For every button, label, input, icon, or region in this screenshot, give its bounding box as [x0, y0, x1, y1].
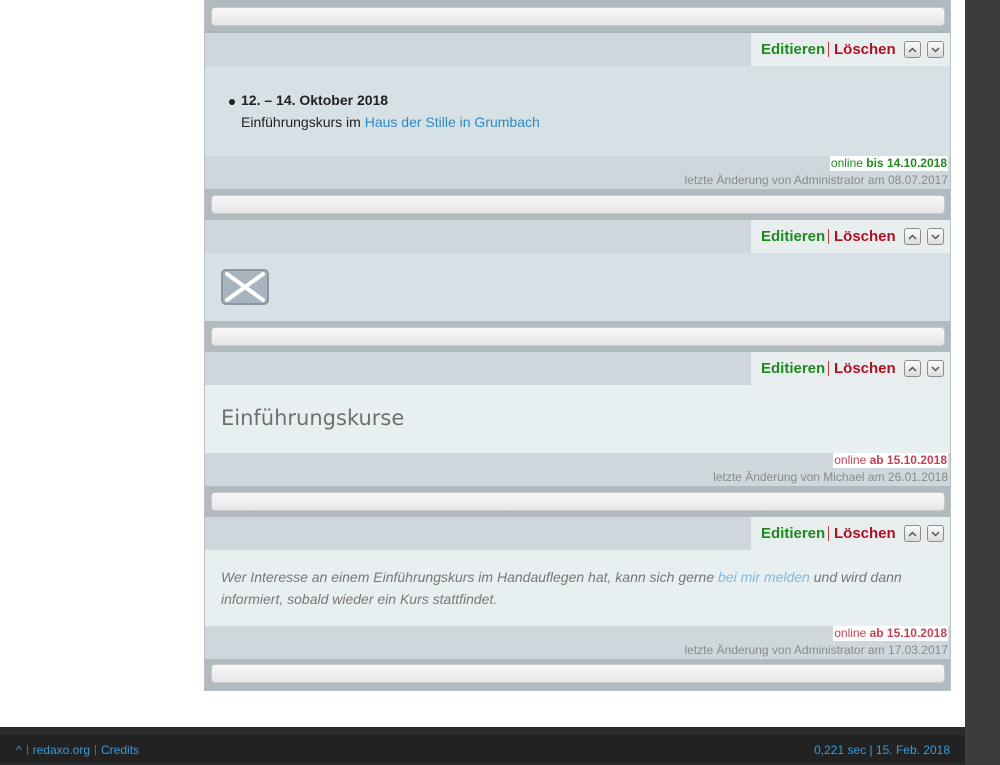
- last-change: letzte Änderung von Administrator am 17.…: [684, 643, 949, 657]
- info-text-start: Wer Interesse an einem Einführungskurs i…: [221, 569, 719, 585]
- slice-content-text: Wer Interesse an einem Einführungskurs i…: [205, 550, 950, 626]
- online-status-label: online: [834, 626, 867, 640]
- slice-toolbar: Editieren Löschen: [205, 352, 950, 385]
- online-status: online ab 15.10.2018: [833, 626, 948, 641]
- slice-meta: online ab 15.10.2018 letzte Änderung von…: [205, 453, 950, 486]
- chevron-up-icon: [908, 233, 917, 240]
- chevron-up-icon: [908, 46, 917, 53]
- bullet-icon: [229, 99, 235, 105]
- move-down-button[interactable]: [927, 360, 944, 377]
- slice-toolbar: Editieren Löschen: [205, 517, 950, 550]
- slice-content-image: [205, 253, 950, 321]
- slice-actions: Editieren Löschen: [751, 33, 950, 66]
- event-description: Einführungskurs im Haus der Stille in Gr…: [241, 114, 540, 130]
- slice-toolbar: Editieren Löschen: [205, 33, 950, 66]
- slice-content-heading: Einführungskurse: [205, 385, 950, 453]
- contact-link[interactable]: bei mir melden: [718, 569, 810, 585]
- slice-meta: online ab 15.10.2018 letzte Änderung von…: [205, 626, 950, 659]
- online-status-label: online: [834, 453, 867, 467]
- venue-link[interactable]: Haus der Stille in Grumbach: [365, 114, 540, 130]
- delete-link[interactable]: Löschen: [834, 41, 896, 58]
- action-separator: [828, 42, 829, 57]
- move-up-button[interactable]: [904, 525, 921, 542]
- add-slice-frame: [205, 659, 950, 690]
- slice-actions: Editieren Löschen: [751, 517, 950, 550]
- event-description-text: Einführungskurs im: [241, 114, 365, 130]
- action-separator: [828, 361, 829, 376]
- slice-content-event: 12. – 14. Oktober 2018 Einführungskurs i…: [205, 66, 950, 156]
- online-status-label: online: [830, 156, 863, 170]
- add-slice-frame: [205, 189, 950, 220]
- online-status: online bis 14.10.2018: [829, 156, 948, 171]
- add-slice-bar[interactable]: [211, 327, 945, 346]
- edit-link[interactable]: Editieren: [761, 228, 825, 245]
- slice-toolbar: Editieren Löschen: [205, 220, 950, 253]
- edit-link[interactable]: Editieren: [761, 41, 825, 58]
- move-up-button[interactable]: [904, 41, 921, 58]
- edit-link[interactable]: Editieren: [761, 525, 825, 542]
- action-separator: [828, 229, 829, 244]
- move-down-button[interactable]: [927, 41, 944, 58]
- chevron-down-icon: [931, 530, 940, 537]
- move-down-button[interactable]: [927, 525, 944, 542]
- online-status-date: ab 15.10.2018: [869, 626, 947, 640]
- scroll-top-link[interactable]: ^: [16, 743, 22, 757]
- edit-link[interactable]: Editieren: [761, 360, 825, 377]
- online-status-date: bis 14.10.2018: [866, 156, 947, 170]
- move-down-button[interactable]: [927, 228, 944, 245]
- slice-actions: Editieren Löschen: [751, 352, 950, 385]
- delete-link[interactable]: Löschen: [834, 360, 896, 377]
- section-heading: Einführungskurse: [221, 406, 405, 430]
- chevron-down-icon: [931, 233, 940, 240]
- add-slice-frame: [205, 486, 950, 517]
- footer: ^ redaxo.org Credits 0,221 sec | 15. Feb. …: [0, 727, 965, 765]
- credits-link[interactable]: Credits: [101, 743, 139, 757]
- info-paragraph: Wer Interesse an einem Einführungskurs i…: [221, 566, 941, 610]
- delete-link[interactable]: Löschen: [834, 228, 896, 245]
- chevron-down-icon: [931, 46, 940, 53]
- footer-separator: [95, 745, 97, 755]
- right-sidebar-strip: [965, 0, 1000, 765]
- footer-stats: 0,221 sec | 15. Feb. 2018: [814, 743, 950, 757]
- add-slice-bar[interactable]: [211, 7, 945, 26]
- slice-list: Editieren Löschen 12. – 14. Oktober 2018…: [204, 0, 951, 691]
- move-up-button[interactable]: [904, 228, 921, 245]
- slice-actions: Editieren Löschen: [751, 220, 950, 253]
- add-slice-bar[interactable]: [211, 492, 945, 511]
- chevron-up-icon: [908, 530, 917, 537]
- footer-separator: [26, 745, 28, 755]
- chevron-down-icon: [931, 365, 940, 372]
- add-slice-bar[interactable]: [211, 195, 945, 214]
- move-up-button[interactable]: [904, 360, 921, 377]
- add-slice-frame: [205, 0, 950, 31]
- add-slice-bar[interactable]: [211, 664, 945, 683]
- online-status-date: ab 15.10.2018: [869, 453, 947, 467]
- event-date: 12. – 14. Oktober 2018: [241, 92, 389, 108]
- chevron-up-icon: [908, 365, 917, 372]
- action-separator: [828, 526, 829, 541]
- last-change: letzte Änderung von Administrator am 08.…: [684, 173, 949, 187]
- broken-image-icon: [221, 269, 269, 305]
- delete-link[interactable]: Löschen: [834, 525, 896, 542]
- footer-links: ^ redaxo.org Credits: [16, 743, 139, 757]
- redaxo-link[interactable]: redaxo.org: [33, 743, 90, 757]
- last-change: letzte Änderung von Michael am 26.01.201…: [713, 470, 948, 484]
- add-slice-frame: [205, 321, 950, 352]
- slice-meta: online bis 14.10.2018 letzte Änderung vo…: [205, 156, 950, 189]
- online-status: online ab 15.10.2018: [833, 453, 948, 468]
